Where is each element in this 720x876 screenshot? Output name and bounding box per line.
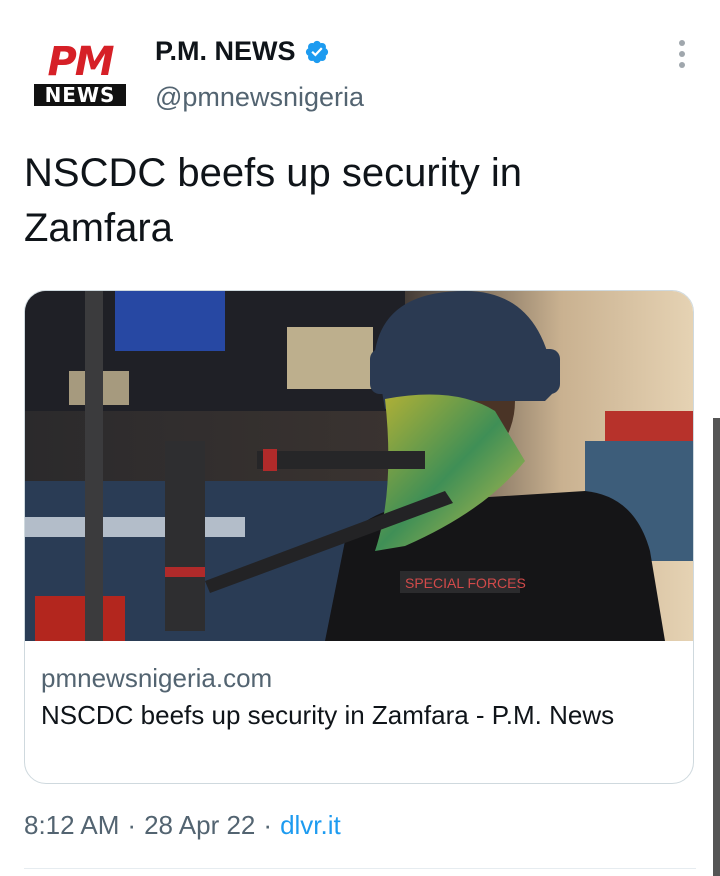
account-avatar-logo[interactable]: PM NEWS xyxy=(32,39,128,106)
tweet-text: NSCDC beefs up security in Zamfara xyxy=(24,151,522,250)
account-handle[interactable]: @pmnewsnigeria xyxy=(155,82,364,113)
tweet-date[interactable]: 28 Apr 22 xyxy=(144,810,255,841)
dot xyxy=(679,62,685,68)
meta-separator: · xyxy=(127,810,137,840)
card-domain: pmnewsnigeria.com xyxy=(41,663,273,693)
account-name-text: P.M. NEWS xyxy=(155,36,296,66)
image-patch-text: SPECIAL FORCES xyxy=(405,575,526,591)
verified-badge-icon xyxy=(305,40,328,63)
logo-news-text: NEWS xyxy=(34,84,126,106)
dot xyxy=(679,40,685,46)
link-card[interactable]: SPECIAL FORCES pmnewsnigeria.com NSCDC b… xyxy=(24,290,694,784)
more-options-icon[interactable] xyxy=(678,40,686,68)
tweet-source-link[interactable]: dlvr.it xyxy=(280,810,341,841)
logo-pm-text: PM xyxy=(47,39,114,85)
card-title: NSCDC beefs up security in Zamfara - P.M… xyxy=(41,700,615,730)
meta-separator: · xyxy=(263,810,273,840)
card-image: SPECIAL FORCES xyxy=(25,291,693,641)
tweet-time[interactable]: 8:12 AM xyxy=(24,810,119,841)
scrollbar[interactable] xyxy=(713,418,720,876)
tweet-meta: 8:12 AM · 28 Apr 22 · dlvr.it xyxy=(24,810,341,841)
account-name[interactable]: P.M. NEWS xyxy=(155,36,330,67)
divider xyxy=(24,868,696,869)
dot xyxy=(679,51,685,57)
